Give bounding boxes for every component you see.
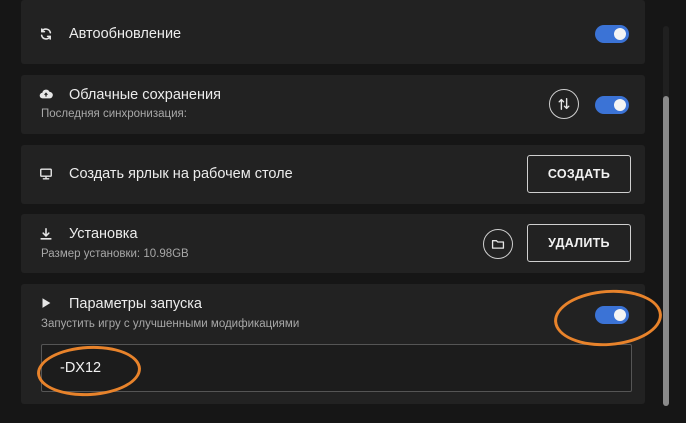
sync-icon	[558, 98, 570, 110]
toggle-knob	[614, 28, 626, 40]
cloud-saves-title: Облачные сохранения	[69, 87, 221, 103]
install-title: Установка	[69, 226, 138, 242]
monitor-icon	[39, 167, 53, 181]
install-panel: Установка Размер установки: 10.98GB УДАЛ…	[21, 214, 645, 273]
auto-update-title: Автообновление	[69, 26, 182, 42]
toggle-knob	[614, 99, 626, 111]
open-folder-button[interactable]	[483, 229, 513, 259]
desktop-shortcut-panel: Создать ярлык на рабочем столе СОЗДАТЬ	[21, 145, 645, 204]
sync-button[interactable]	[549, 89, 579, 119]
install-subtitle: Размер установки: 10.98GB	[41, 248, 189, 260]
uninstall-button[interactable]: УДАЛИТЬ	[527, 224, 631, 262]
desktop-shortcut-title: Создать ярлык на рабочем столе	[69, 166, 293, 182]
folder-icon	[491, 240, 505, 249]
cloud-saves-toggle[interactable]	[595, 96, 629, 114]
cloud-saves-panel: Облачные сохранения Последняя синхрониза…	[21, 75, 645, 134]
cloud-upload-icon	[39, 87, 53, 101]
download-icon	[39, 227, 53, 241]
create-shortcut-button[interactable]: СОЗДАТЬ	[527, 155, 631, 193]
refresh-icon	[39, 27, 53, 41]
auto-update-panel: Автообновление	[21, 0, 645, 64]
launch-params-subtitle: Запустить игру с улучшенными модификация…	[41, 318, 300, 330]
launch-params-input[interactable]	[60, 345, 600, 391]
scrollbar-thumb[interactable]	[663, 96, 669, 406]
cloud-saves-subtitle: Последняя синхронизация:	[41, 108, 187, 120]
auto-update-toggle[interactable]	[595, 25, 629, 43]
play-icon	[39, 296, 53, 310]
launch-params-title: Параметры запуска	[69, 296, 202, 312]
